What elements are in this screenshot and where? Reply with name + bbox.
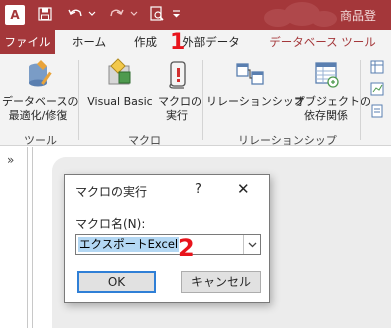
analyze-performance-icon[interactable]	[370, 82, 384, 96]
help-icon[interactable]: ?	[195, 182, 202, 197]
group-divider	[202, 60, 203, 140]
redo-icon[interactable]	[106, 3, 128, 25]
relationships-group-label: リレーションシップ	[238, 134, 337, 147]
group-divider	[360, 60, 361, 140]
visual-basic-icon	[108, 58, 131, 85]
dialog-title: マクロの実行	[75, 185, 148, 199]
ribbon-panel: データベースの 最適化/修復 ツール Visual Basic マクロの 実行 …	[0, 54, 391, 147]
tab-create[interactable]: 作成	[123, 30, 168, 54]
annotation-step-2: 2	[178, 234, 195, 262]
macro-group-label: マクロ	[128, 134, 161, 147]
object-dependencies-icon	[315, 62, 339, 88]
run-macro-label-line2: 実行	[166, 109, 188, 122]
tab-database-tools[interactable]: データベース ツール	[254, 30, 391, 54]
expand-nav-pane-icon[interactable]: »	[7, 153, 14, 167]
compact-repair-label-line2: 最適化/修復	[8, 109, 68, 122]
run-macro-icon	[169, 61, 186, 89]
database-documenter-icon[interactable]	[370, 104, 384, 118]
visual-basic-button[interactable]: Visual Basic	[84, 58, 156, 109]
tab-file[interactable]: ファイル	[0, 30, 55, 54]
close-icon[interactable]: ✕	[237, 180, 250, 198]
customize-toolbar-icon[interactable]	[170, 3, 182, 25]
run-macro-button[interactable]: マクロの 実行	[158, 58, 202, 123]
navigation-pane-collapsed[interactable]: »	[0, 147, 28, 328]
group-divider	[78, 60, 79, 140]
relationships-label: リレーションシップ	[206, 95, 305, 108]
relationships-icon	[236, 63, 264, 85]
chevron-down-icon[interactable]	[243, 235, 260, 254]
tools-group-label: ツール	[24, 134, 57, 147]
undo-dropdown-icon[interactable]	[86, 3, 98, 25]
ok-button[interactable]: OK	[77, 271, 156, 293]
cancel-button[interactable]: キャンセル	[181, 271, 261, 293]
decorative-cloud-icon	[264, 2, 337, 27]
relationships-button[interactable]: リレーションシップ	[206, 58, 305, 109]
print-preview-icon[interactable]	[146, 3, 168, 25]
compact-repair-label-line1: データベースの	[2, 95, 79, 108]
ribbon-tab-row: ファイル ホーム 作成 外部データ データベース ツール	[0, 30, 391, 54]
access-logo-icon: A	[5, 5, 25, 25]
compact-repair-icon	[29, 60, 52, 87]
undo-icon[interactable]	[64, 3, 86, 25]
visual-basic-label: Visual Basic	[87, 95, 153, 108]
macro-name-label: マクロ名(N):	[75, 217, 146, 231]
macro-name-combobox[interactable]: エクスポートExcel	[75, 234, 261, 255]
run-macro-label-line1: マクロの	[158, 95, 202, 108]
analyze-table-icon[interactable]	[370, 60, 384, 74]
title-bar: A 商品登	[0, 0, 391, 30]
save-icon[interactable]	[34, 3, 56, 25]
truncated-ribbon-group	[366, 60, 391, 124]
tab-home[interactable]: ホーム	[55, 30, 123, 54]
object-dependencies-label-line2: 依存関係	[304, 109, 348, 122]
object-dependencies-button[interactable]: オブジェクトの 依存関係	[294, 58, 371, 123]
macro-name-value[interactable]: エクスポートExcel	[78, 237, 180, 252]
annotation-step-1: 1	[170, 30, 186, 55]
run-macro-dialog: マクロの実行 ? ✕ マクロ名(N): エクスポートExcel OK キャンセル	[64, 174, 270, 303]
compact-repair-button[interactable]: データベースの 最適化/修復	[2, 58, 78, 123]
document-title: 商品登	[340, 9, 377, 23]
redo-dropdown-icon[interactable]	[128, 3, 140, 25]
divider	[32, 147, 33, 328]
